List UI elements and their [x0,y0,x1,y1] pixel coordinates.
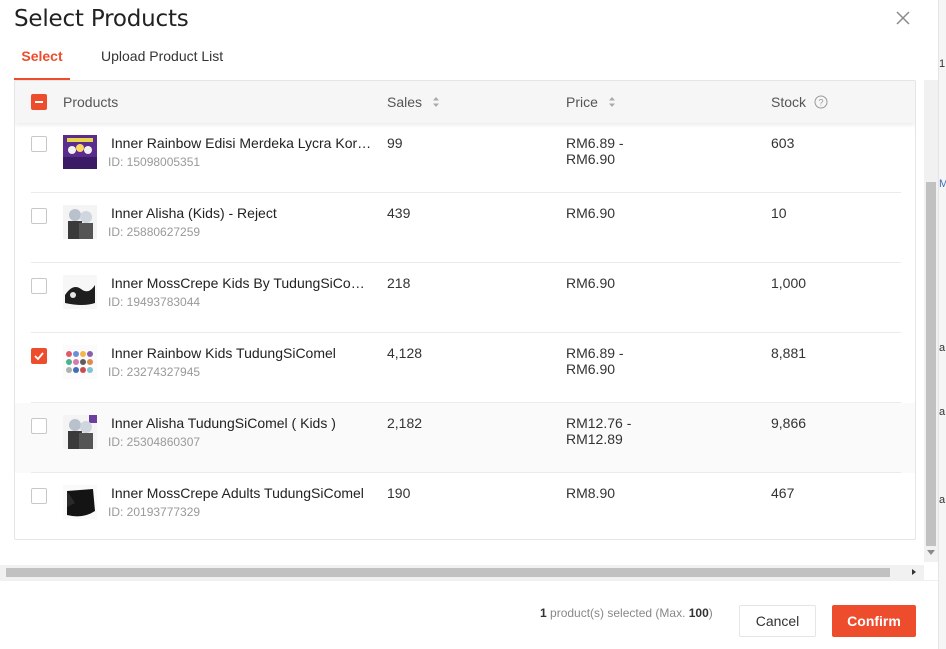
column-header-price-label: Price [566,94,598,110]
table-row[interactable]: Inner Rainbow Edisi Merdeka Lycra Korea … [15,123,915,193]
scroll-right-arrow-icon[interactable] [912,569,916,575]
table-body: Inner Rainbow Edisi Merdeka Lycra Korea … [15,123,915,539]
price-line: RM6.90 [566,205,616,221]
sales-value: 439 [387,205,411,221]
selected-text: product(s) selected (Max. [546,606,689,620]
stock-value: 10 [771,205,787,221]
sales-value: 218 [387,275,411,291]
background-text-fragment: 1 [939,58,946,70]
row-checkbox[interactable] [31,208,47,224]
price-value: RM6.90 [566,275,615,291]
max-count: 100 [688,606,709,620]
price-line: RM6.90 [566,275,616,291]
product-thumbnail [63,485,97,519]
selected-count: 1 [540,606,547,620]
column-header-price[interactable]: Price [566,81,616,123]
price-line: RM6.90 [566,361,616,377]
stock-value: 603 [771,135,795,151]
price-line: RM12.89 [566,431,623,447]
product-thumbnail [63,415,97,449]
select-all-checkbox[interactable] [31,94,47,110]
table-row[interactable]: Inner MossCrepe Kids By TudungSiComel ID… [15,263,915,333]
price-line: RM6.89 - [566,345,624,361]
background-text-fragment: a [939,342,946,354]
checkmark-icon [34,352,44,361]
sales-value: 2,182 [387,415,423,431]
price-value: RM6.90 [566,205,615,221]
table-row[interactable]: Inner Alisha TudungSiComel ( Kids ) ID: … [15,403,915,473]
horizontal-scrollbar[interactable] [0,565,924,580]
product-id: ID: 23274327945 [108,365,201,379]
stock-value: 1,000 [771,275,807,291]
column-header-stock-label: Stock [771,94,807,110]
price-value: RM12.76 - RM12.89 [566,415,631,447]
table-row[interactable]: Inner Alisha (Kids) - Reject ID: 2588062… [15,193,915,263]
sales-value: 4,128 [387,345,423,361]
scroll-down-arrow-icon[interactable] [927,550,935,555]
selected-text-end: ) [708,606,713,620]
row-checkbox[interactable] [31,136,47,152]
product-id: ID: 20193777329 [108,505,201,519]
vertical-scrollbar[interactable] [924,80,938,562]
product-name: Inner MossCrepe Kids By TudungSiComel [111,275,373,291]
column-header-sales-label: Sales [387,94,423,110]
product-thumbnail [63,135,97,169]
product-name: Inner Rainbow Kids TudungSiComel [111,345,336,361]
product-name: Inner MossCrepe Adults TudungSiComel [111,485,364,501]
product-id: ID: 25304860307 [108,435,201,449]
footer-divider [0,580,938,581]
row-checkbox[interactable] [31,488,47,504]
sort-icon [608,97,615,108]
select-products-modal: Select Products Select Upload Product Li… [0,0,938,649]
product-name: Inner Rainbow Edisi Merdeka Lycra Korea … [111,135,373,151]
row-checkbox[interactable] [31,278,47,294]
product-thumbnail [63,205,97,239]
table-row[interactable]: Inner Rainbow Kids TudungSiComel ID: 232… [15,333,915,403]
scrollbar-thumb[interactable] [926,182,936,546]
help-icon[interactable]: ? [814,95,828,109]
table-header: Products Sales Price Stock ? [15,81,915,123]
product-name: Inner Alisha TudungSiComel ( Kids ) [111,415,336,431]
column-header-products: Products [63,94,119,110]
products-table: Products Sales Price Stock ? Inner Rainb… [14,80,916,540]
stock-value: 9,866 [771,415,807,431]
close-icon [896,11,910,25]
background-page-edge: 1 M a a a [938,0,946,649]
sort-icon [432,97,439,108]
product-id: ID: 25880627259 [108,225,201,239]
stock-value: 467 [771,485,795,501]
product-thumbnail [63,345,97,379]
price-value: RM6.89 - RM6.90 [566,345,624,377]
svg-text:?: ? [818,98,823,108]
background-text-fragment: a [939,494,946,506]
confirm-button[interactable]: Confirm [832,605,916,637]
background-text-fragment: a [939,406,946,418]
column-header-sales[interactable]: Sales [387,81,440,123]
price-value: RM6.89 - RM6.90 [566,135,624,167]
price-line: RM6.90 [566,151,616,167]
price-line: RM6.89 - [566,135,624,151]
close-button[interactable] [893,8,913,28]
price-value: RM8.90 [566,485,615,501]
row-checkbox[interactable] [31,418,47,434]
modal-title: Select Products [14,6,189,32]
stock-value: 8,881 [771,345,807,361]
row-checkbox[interactable] [31,348,47,364]
product-name: Inner Alisha (Kids) - Reject [111,205,277,221]
table-row[interactable]: Inner MossCrepe Adults TudungSiComel ID:… [15,473,915,539]
product-thumbnail [63,275,97,309]
price-line: RM12.76 - [566,415,632,431]
product-id: ID: 19493783044 [108,295,201,309]
scrollbar-thumb[interactable] [6,568,890,577]
price-line: RM8.90 [566,485,616,501]
selection-summary: 1 product(s) selected (Max. 100) [540,606,713,620]
background-text-fragment: M [939,178,946,190]
cancel-button[interactable]: Cancel [739,605,816,637]
sales-value: 190 [387,485,411,501]
sales-value: 99 [387,135,403,151]
product-id: ID: 15098005351 [108,155,201,169]
tab-select[interactable]: Select [14,44,70,80]
column-header-stock: Stock ? [771,81,828,123]
tab-upload-product-list[interactable]: Upload Product List [101,44,223,80]
